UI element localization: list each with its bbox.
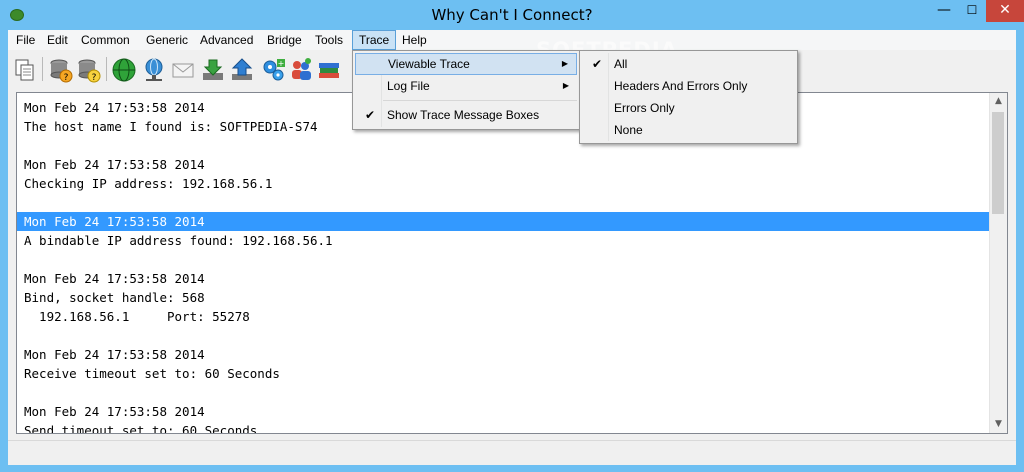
log-blank-line[interactable] [17,193,990,212]
log-line[interactable]: Checking IP address: 192.168.56.1 [17,174,990,193]
trace-log-panel[interactable]: Mon Feb 24 17:53:58 2014 The host name I … [16,92,1008,434]
log-blank-line[interactable] [17,383,990,402]
menu-edit[interactable]: Edit [41,30,74,50]
viewable-trace-submenu: ✔ All Headers And Errors Only Errors Onl… [579,50,798,144]
close-button[interactable]: ✕ [986,0,1024,22]
menu-item-viewable-trace[interactable]: Viewable Trace ▶ [355,53,577,75]
log-line[interactable]: Mon Feb 24 17:53:58 2014 [17,345,990,364]
database-info-icon[interactable]: ? [76,57,102,83]
checkmark-icon: ✔ [365,108,376,122]
menu-item-label: None [614,123,643,137]
menu-item-label: Viewable Trace [388,57,470,71]
submenu-arrow-icon: ▶ [562,81,569,90]
window-title: Why Can't I Connect? [431,6,593,24]
copy-icon[interactable] [12,57,38,83]
submenu-arrow-icon: ▶ [561,59,568,68]
scroll-down-icon[interactable]: ▼ [990,416,1007,433]
green-globe-icon[interactable] [111,57,137,83]
download-icon[interactable] [200,57,226,83]
scroll-thumb[interactable] [992,112,1004,214]
menu-item-log-file[interactable]: Log File ▶ [355,75,577,97]
menu-item-headers-and-errors-only[interactable]: Headers And Errors Only [582,75,795,97]
log-blank-line[interactable] [17,326,990,345]
scroll-up-icon[interactable]: ▲ [990,93,1007,110]
menu-item-all[interactable]: ✔ All [582,53,795,75]
trace-menu: Viewable Trace ▶ Log File ▶ ✔ Show Trace… [352,50,580,130]
menu-separator [383,100,577,101]
menu-item-label: Show Trace Message Boxes [387,108,540,122]
svg-text:?: ? [64,73,69,83]
app-window: Why Can't I Connect? — ☐ ✕ File Edit Com… [0,0,1024,472]
upload-icon[interactable] [229,57,255,83]
menu-item-label: All [614,57,628,71]
menu-help[interactable]: Help [396,30,433,50]
menu-item-label: Errors Only [614,101,675,115]
checkmark-icon: ✔ [592,57,603,71]
menu-item-label: Log File [387,79,430,93]
database-help-icon[interactable]: ? [48,57,74,83]
network-globe-icon[interactable] [141,57,167,83]
log-line[interactable]: Mon Feb 24 17:53:58 2014 [17,402,990,421]
books-icon[interactable] [316,57,342,83]
log-blank-line[interactable] [17,250,990,269]
toolbar-separator [106,57,107,81]
svg-text:?: ? [92,73,97,83]
log-blank-line[interactable] [17,136,990,155]
status-bar [8,440,1016,465]
trace-log-lines: Mon Feb 24 17:53:58 2014 The host name I … [17,98,990,433]
menu-bridge[interactable]: Bridge [261,30,308,50]
log-line[interactable]: Receive timeout set to: 60 Seconds [17,364,990,383]
menu-common[interactable]: Common [75,30,136,50]
log-line[interactable]: A bindable IP address found: 192.168.56.… [17,231,990,250]
toolbar-separator [42,57,43,81]
vertical-scrollbar[interactable]: ▲ ▼ [989,93,1007,433]
menu-trace[interactable]: Trace [352,30,397,50]
log-line[interactable]: Mon Feb 24 17:53:58 2014 [17,269,990,288]
title-bar[interactable]: Why Can't I Connect? — ☐ ✕ [0,0,1024,30]
envelope-icon[interactable] [170,57,196,83]
menu-file[interactable]: File [10,30,41,50]
menu-advanced[interactable]: Advanced [194,30,259,50]
menu-bar: File Edit Common Generic Advanced Bridge… [8,30,1016,50]
menu-item-label: Headers And Errors Only [614,79,748,93]
minimize-button[interactable]: — [930,0,958,22]
network-cog-icon[interactable]: + [260,57,286,83]
menu-tools[interactable]: Tools [309,30,349,50]
log-line[interactable]: 192.168.56.1 Port: 55278 [17,307,990,326]
users-icon[interactable] [288,57,314,83]
menu-generic[interactable]: Generic [140,30,194,50]
menu-item-none[interactable]: None [582,119,795,141]
log-line[interactable]: Mon Feb 24 17:53:58 2014 [17,155,990,174]
log-line[interactable]: Mon Feb 24 17:53:58 2014 [17,212,990,231]
log-line[interactable]: Bind, socket handle: 568 [17,288,990,307]
log-line[interactable]: Send timeout set to: 60 Seconds [17,421,990,433]
menu-item-errors-only[interactable]: Errors Only [582,97,795,119]
svg-text:+: + [278,59,285,68]
maximize-button[interactable]: ☐ [958,0,986,22]
menu-item-show-trace-message-boxes[interactable]: ✔ Show Trace Message Boxes [355,104,577,126]
